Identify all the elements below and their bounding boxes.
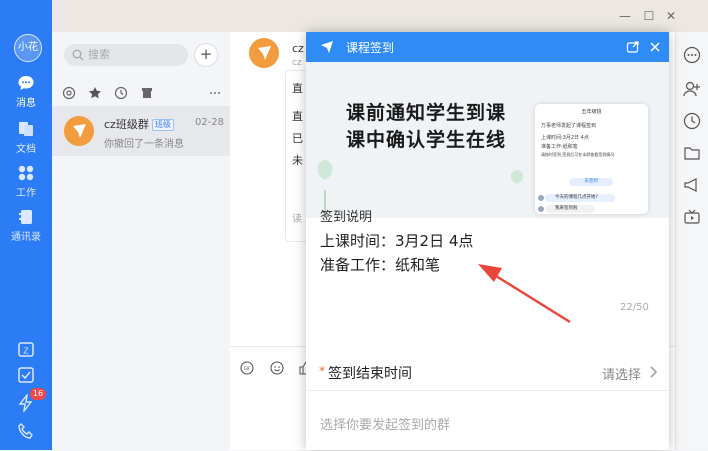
group-avatar bbox=[64, 116, 94, 146]
dialog-title: 课程签到 bbox=[346, 41, 395, 55]
headline-line-2: 课中确认学生在线 bbox=[346, 129, 507, 151]
phone-line: 上课时间:3月2日 4点 bbox=[541, 135, 589, 141]
search-icon bbox=[72, 49, 84, 61]
chat-footer: 读 bbox=[292, 214, 302, 225]
live-tv-icon[interactable] bbox=[683, 208, 701, 226]
add-button[interactable]: + bbox=[194, 43, 218, 67]
chat-avatar bbox=[249, 38, 279, 68]
todo-check-icon[interactable] bbox=[17, 366, 35, 384]
svg-text:Z: Z bbox=[23, 347, 29, 356]
more-icon[interactable] bbox=[208, 86, 222, 100]
conversation-preview: 你撤回了一条消息 bbox=[104, 139, 184, 150]
conversation-name: cz班级群 bbox=[104, 118, 149, 131]
end-time-label: 签到结束时间 bbox=[328, 366, 412, 382]
document-icon bbox=[19, 122, 33, 136]
nav-label-docs: 文档 bbox=[16, 144, 36, 155]
star-icon[interactable] bbox=[88, 86, 102, 100]
calendar-icon[interactable]: Z bbox=[17, 340, 35, 358]
window-titlebar: — ☐ ✕ bbox=[0, 0, 708, 32]
nav-item-contacts[interactable]: 通讯录 bbox=[0, 208, 52, 243]
description-line-2[interactable]: 准备工作：纸和笔 bbox=[320, 254, 440, 275]
class-tag: 班级 bbox=[151, 119, 174, 131]
left-navigation: 小花 消息 文档 工作 通讯录 Z 16 bbox=[0, 0, 52, 450]
notification-badge: 16 bbox=[30, 388, 46, 400]
chat-title: cz bbox=[292, 42, 304, 55]
paper-plane-icon bbox=[73, 124, 86, 138]
megaphone-icon[interactable] bbox=[683, 176, 701, 194]
phone-header: 五年级班 bbox=[581, 109, 602, 115]
phone-checkin-button: 去签到 bbox=[569, 178, 613, 186]
apps-grid-icon bbox=[18, 165, 34, 181]
paper-plane-icon bbox=[258, 46, 271, 60]
nav-label-contacts: 通讯录 bbox=[11, 232, 41, 243]
archive-icon[interactable] bbox=[140, 86, 154, 100]
message-icon bbox=[18, 76, 34, 90]
chat-line: 未 bbox=[292, 154, 303, 167]
contacts-icon bbox=[19, 210, 32, 224]
close-window-button[interactable]: ✕ bbox=[662, 8, 680, 24]
chat-subtitle: cz bbox=[292, 58, 302, 68]
maximize-button[interactable]: ☐ bbox=[640, 8, 658, 24]
description-heading[interactable]: 签到说明 bbox=[320, 206, 372, 225]
phone-line: 万事老师发起了课程签到 bbox=[541, 123, 597, 129]
leaf-decoration bbox=[510, 170, 524, 218]
nav-label-messages: 消息 bbox=[16, 98, 36, 109]
course-checkin-dialog: 课程签到 课前通知学生到课 课中确认学生在线 五年级班 万事老师发起了课程签到 … bbox=[306, 32, 669, 450]
conversation-item[interactable]: cz班级群 班级 02-28 你撤回了一条消息 bbox=[52, 106, 230, 156]
nav-label-work: 工作 bbox=[16, 188, 36, 199]
filter-bar bbox=[52, 80, 230, 107]
headline-line-1: 课前通知学生到课 bbox=[346, 102, 507, 124]
svg-text:GIF: GIF bbox=[244, 366, 251, 371]
dialog-header: 课程签到 bbox=[306, 32, 669, 62]
add-member-icon[interactable] bbox=[683, 80, 701, 98]
clock-icon[interactable] bbox=[683, 112, 701, 130]
share-icon[interactable] bbox=[626, 40, 640, 54]
minimize-button[interactable]: — bbox=[616, 8, 634, 24]
phone-bubble: 我来签到啦 bbox=[545, 205, 595, 213]
conversation-time: 02-28 bbox=[194, 117, 224, 128]
conversation-name-wrap: cz班级群 班级 bbox=[104, 116, 174, 132]
gif-icon[interactable]: GIF bbox=[240, 361, 254, 375]
paper-plane-icon bbox=[321, 41, 333, 53]
search-placeholder: 搜索 bbox=[88, 48, 110, 61]
chat-line: 已 bbox=[292, 132, 303, 145]
folder-icon[interactable] bbox=[683, 144, 701, 162]
chevron-right-icon bbox=[650, 366, 658, 378]
user-avatar[interactable]: 小花 bbox=[14, 34, 42, 62]
description-line-1[interactable]: 上课时间：3月2日 4点 bbox=[320, 230, 473, 251]
chat-line: 直 bbox=[292, 110, 303, 123]
phone-line: 请按时签到,签到后可在本群查看签到情况 bbox=[541, 152, 615, 157]
required-mark: * bbox=[319, 364, 325, 378]
phone-preview: 五年级班 万事老师发起了课程签到 上课时间:3月2日 4点 准备工作:纸和笔 请… bbox=[535, 104, 648, 214]
avatar bbox=[538, 195, 544, 201]
right-toolbar bbox=[675, 32, 708, 450]
history-icon[interactable] bbox=[114, 86, 128, 100]
phone-line: 准备工作:纸和笔 bbox=[541, 144, 578, 150]
end-time-row[interactable]: * 签到结束时间 请选择 bbox=[306, 354, 669, 391]
mention-icon[interactable] bbox=[62, 86, 76, 100]
nav-item-work[interactable]: 工作 bbox=[0, 164, 52, 199]
phone-icon[interactable] bbox=[17, 422, 35, 440]
nav-item-docs[interactable]: 文档 bbox=[0, 120, 52, 155]
chat-line: 直 bbox=[292, 82, 303, 95]
end-time-value[interactable]: 请选择 bbox=[602, 364, 641, 383]
close-icon[interactable] bbox=[648, 40, 662, 54]
nav-item-messages[interactable]: 消息 bbox=[0, 74, 52, 109]
more-options-icon[interactable] bbox=[683, 46, 701, 64]
search-input[interactable]: 搜索 bbox=[64, 44, 188, 66]
phone-bubble: 今天的课程几点开始? bbox=[545, 194, 615, 202]
avatar bbox=[538, 206, 544, 212]
group-select-field[interactable]: 选择你要发起签到的群 bbox=[320, 414, 450, 433]
promo-banner: 课前通知学生到课 课中确认学生在线 五年级班 万事老师发起了课程签到 上课时间:… bbox=[306, 62, 669, 218]
emoji-icon[interactable] bbox=[270, 361, 284, 375]
conversation-list-pane: 搜索 + cz班级群 班级 02-28 你撤回了一条消息 bbox=[52, 32, 231, 450]
char-counter: 22/50 bbox=[620, 302, 649, 313]
